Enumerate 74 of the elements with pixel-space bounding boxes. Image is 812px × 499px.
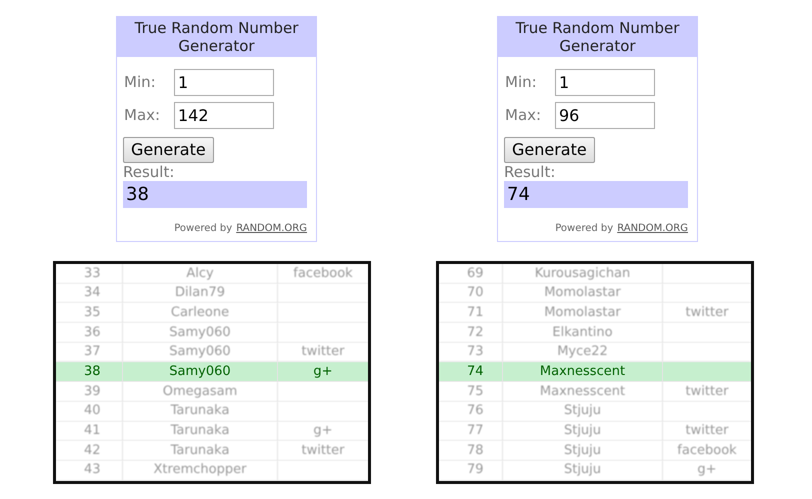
name-cell: Alcy — [123, 264, 278, 283]
source-cell-text: twitter — [684, 382, 730, 401]
min-label: Min: — [123, 72, 157, 94]
number-cell: 42 — [56, 441, 123, 460]
source-cell-text: g+ — [312, 363, 334, 382]
number-cell: 74 — [439, 362, 503, 382]
name-cell: Carleone — [123, 303, 278, 322]
name-cell: Elkantino — [503, 323, 663, 342]
number-cell: 41 — [56, 422, 123, 440]
number-cell: 35 — [56, 303, 123, 322]
min-field[interactable]: 1 — [174, 69, 274, 96]
source-cell-text: facebook — [292, 264, 354, 283]
name-cell: Samy060 — [123, 362, 278, 382]
source-cell-text: g+ — [312, 422, 334, 440]
name-cell: Stjuju — [503, 441, 663, 460]
name-cell: Omegasam — [123, 382, 278, 401]
name-cell: Stjuju — [503, 460, 663, 480]
number-cell: 39 — [56, 382, 123, 401]
min-label: Min: — [504, 72, 538, 94]
max-field[interactable]: 142 — [174, 102, 274, 129]
source-cell-text: twitter — [684, 422, 730, 440]
name-cell: Tarunaka — [123, 402, 278, 420]
number-cell: 38 — [56, 362, 123, 382]
max-field[interactable]: 96 — [555, 102, 655, 129]
number-cell: 76 — [439, 402, 503, 420]
name-cell: Stjuju — [503, 402, 663, 420]
number-cell: 79 — [439, 460, 503, 480]
source-cell-text: twitter — [684, 304, 730, 322]
generator-title: True Random Number Generator — [117, 17, 316, 57]
number-cell: 33 — [56, 264, 123, 283]
name-cell: Tarunaka — [123, 441, 278, 460]
name-cell: Myce22 — [503, 342, 663, 362]
source-cell-text: g+ — [696, 461, 718, 480]
source-cell-text: facebook — [676, 442, 738, 460]
name-cell: Maxnesscent — [503, 382, 663, 401]
name-cell: Tarunaka — [123, 422, 278, 440]
powered-by-text: Powered by — [174, 222, 232, 236]
name-cell: Samy060 — [123, 342, 278, 362]
result-label: Result: — [123, 164, 176, 181]
generate-button[interactable]: Generate — [123, 137, 214, 163]
number-cell: 40 — [56, 402, 123, 420]
number-cell: 73 — [439, 342, 503, 362]
max-label: Max: — [504, 105, 542, 126]
number-cell: 75 — [439, 382, 503, 401]
name-cell: Momolastar — [503, 284, 663, 302]
number-cell: 34 — [56, 284, 123, 302]
number-cell: 43 — [56, 460, 123, 480]
number-cell: 71 — [439, 303, 503, 322]
number-cell: 77 — [439, 422, 503, 440]
max-label: Max: — [123, 105, 162, 126]
random-org-link[interactable]: RANDOM.ORG — [617, 221, 688, 236]
powered-by-text: Powered by — [555, 222, 614, 236]
random-org-link[interactable]: RANDOM.ORG — [236, 221, 307, 236]
source-cell-text: twitter — [300, 442, 346, 460]
min-field[interactable]: 1 — [555, 69, 655, 96]
name-cell: Dilan79 — [123, 284, 278, 302]
name-cell: Kurousagichan — [503, 264, 663, 283]
number-cell: 37 — [56, 342, 123, 362]
number-cell: 70 — [439, 284, 503, 302]
generator-title: True Random Number Generator — [498, 17, 697, 57]
result-label: Result: — [504, 164, 556, 181]
source-cell-text: twitter — [300, 343, 346, 362]
number-cell: 78 — [439, 441, 503, 460]
result-value: 74 — [504, 181, 688, 208]
name-cell: Stjuju — [503, 422, 663, 440]
generate-button[interactable]: Generate — [504, 137, 595, 163]
result-value: 38 — [123, 181, 307, 208]
number-cell: 69 — [439, 264, 503, 283]
name-cell: Xtremchopper — [123, 460, 278, 480]
name-cell: Maxnesscent — [503, 362, 663, 382]
name-cell: Momolastar — [503, 303, 663, 322]
number-cell: 36 — [56, 323, 123, 342]
name-cell: Samy060 — [123, 323, 278, 342]
number-cell: 72 — [439, 323, 503, 342]
